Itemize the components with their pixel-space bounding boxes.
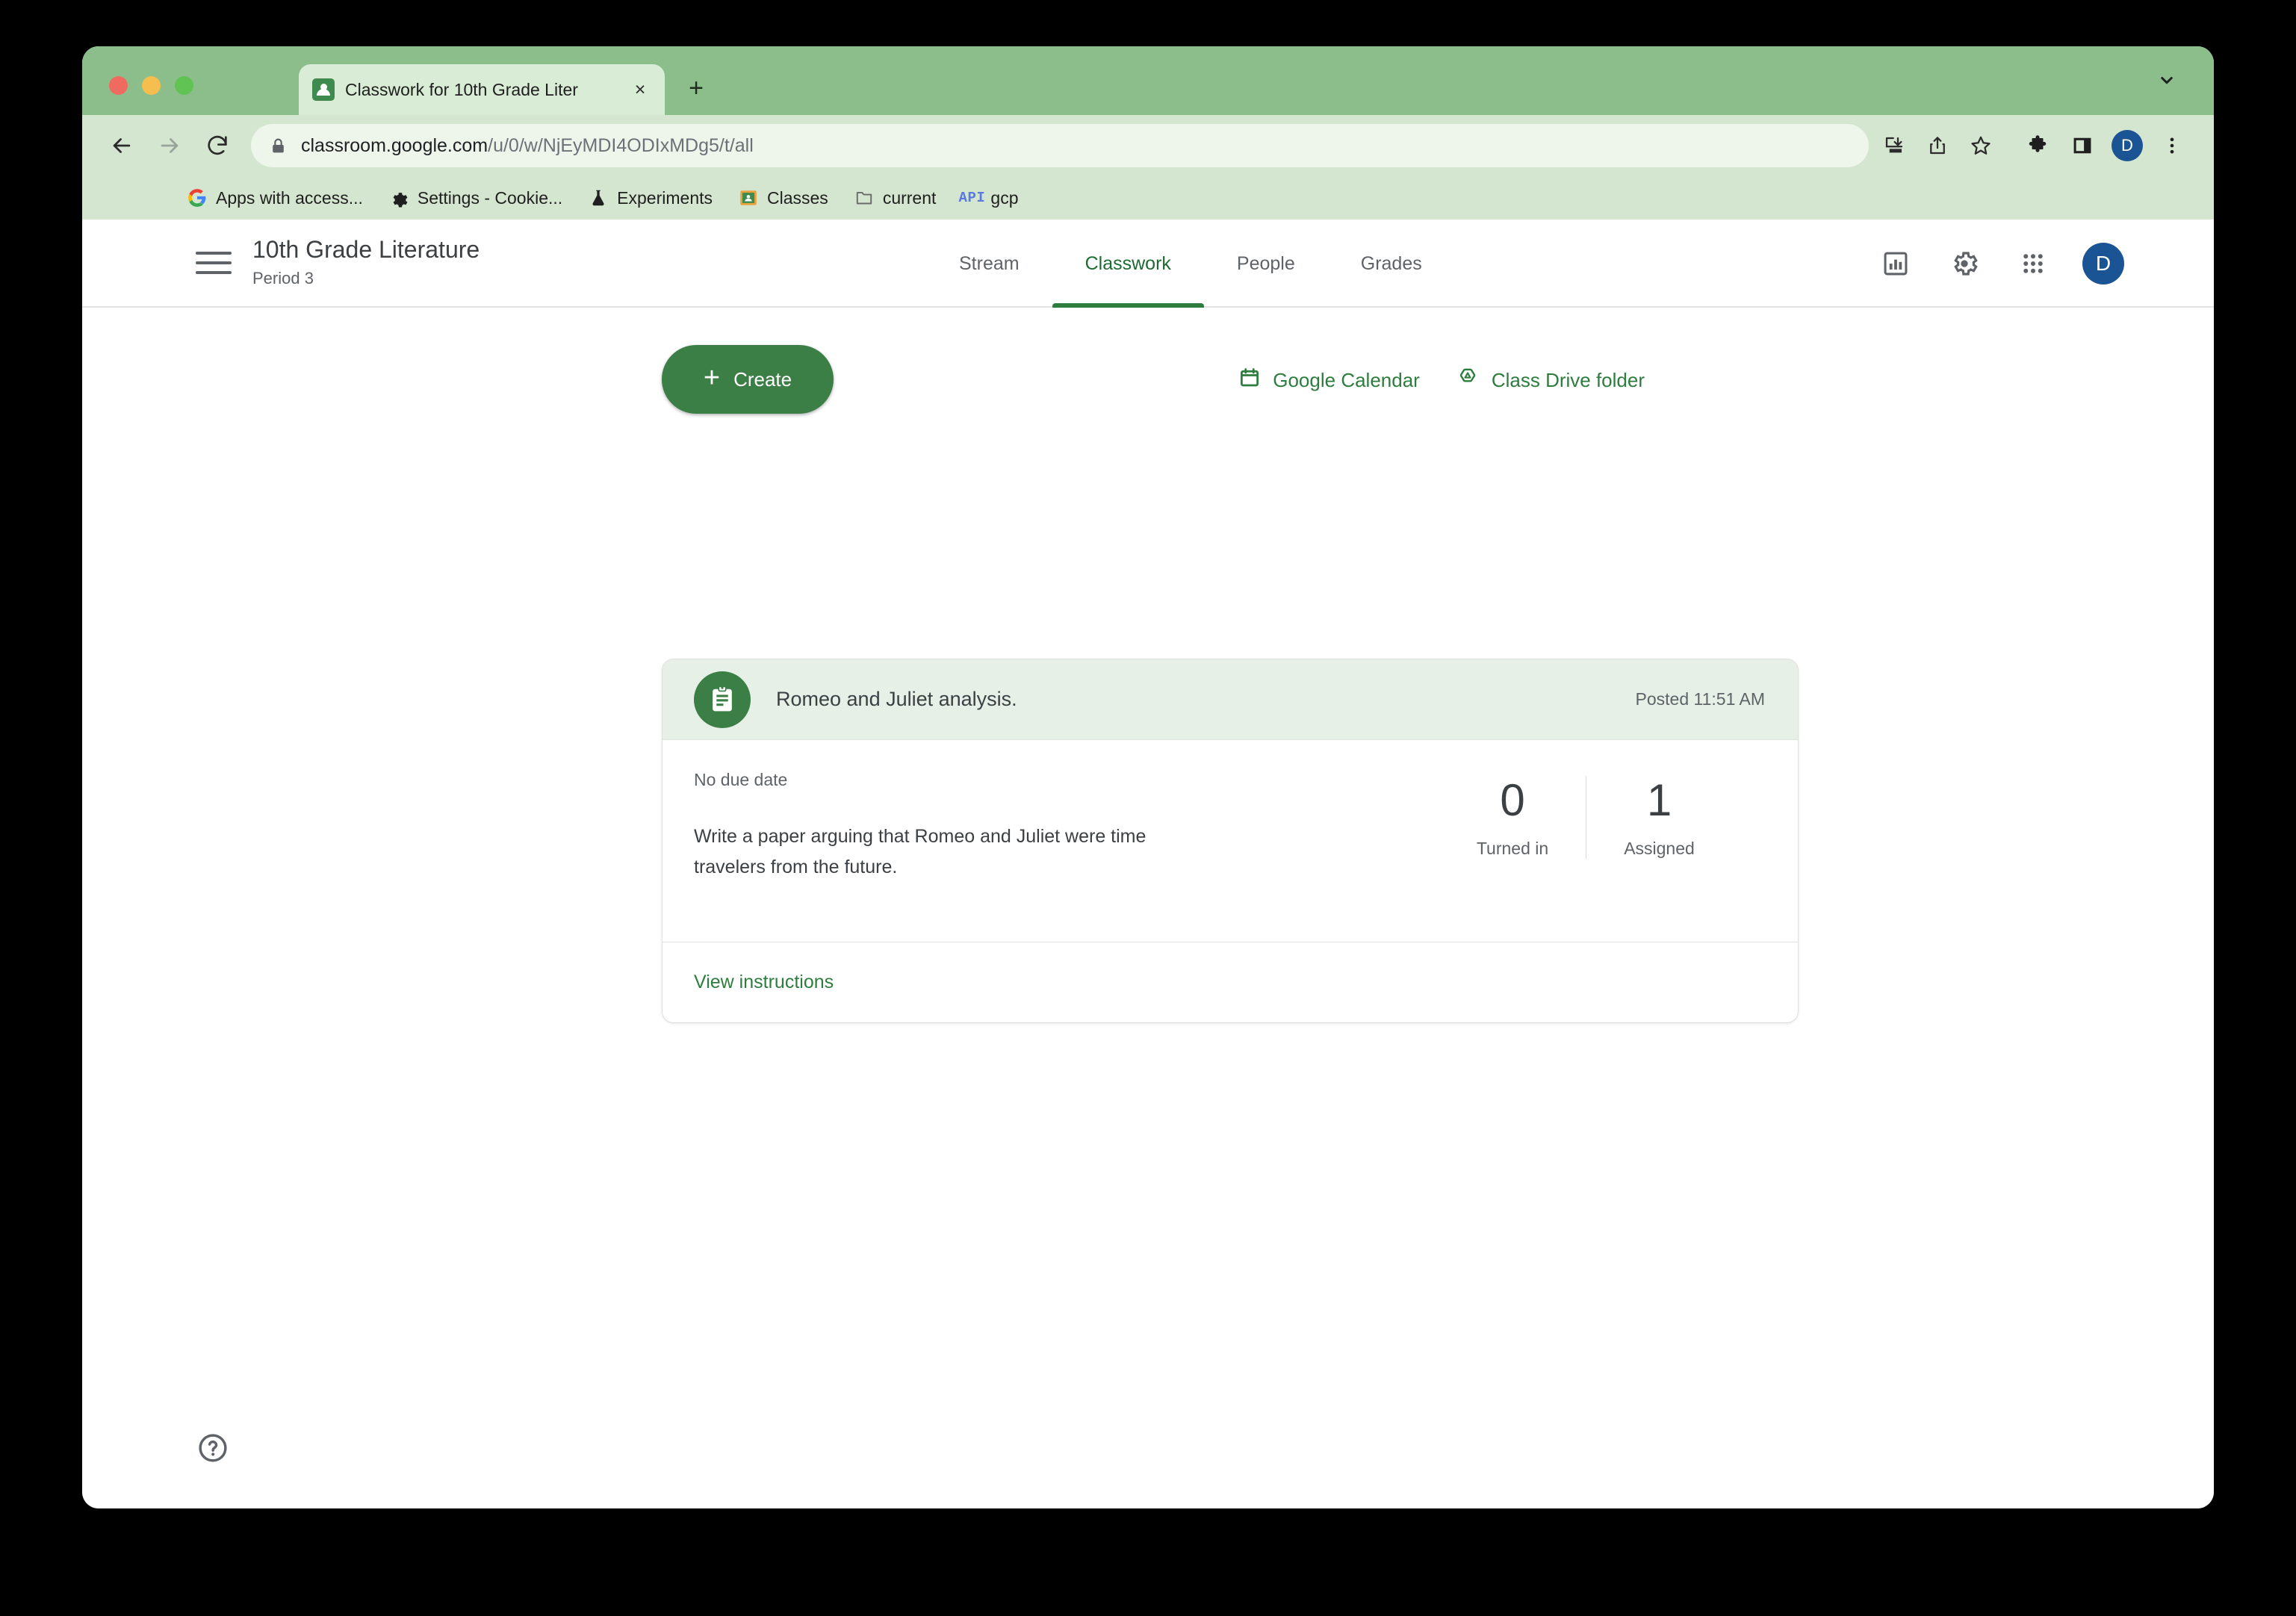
- apps-grid-icon[interactable]: [2014, 244, 2053, 283]
- address-bar[interactable]: classroom.google.com/u/0/w/NjEyMDI4ODIxM…: [251, 124, 1869, 167]
- bookmark-experiments[interactable]: Experiments: [588, 187, 713, 208]
- bookmark-settings-cookie[interactable]: Settings - Cookie...: [388, 187, 562, 208]
- class-heading: 10th Grade Literature Period 3: [252, 234, 480, 288]
- class-nav-tabs: Stream Classwork People Grades: [926, 220, 1455, 308]
- browser-window: Classwork for 10th Grade Liter × + class…: [82, 46, 2214, 1508]
- link-label: Class Drive folder: [1491, 369, 1645, 391]
- bookmark-label: Settings - Cookie...: [417, 187, 563, 208]
- bookmark-classes[interactable]: Classes: [738, 187, 828, 208]
- stat-value: 1: [1646, 775, 1672, 825]
- chevron-down-icon[interactable]: [2150, 63, 2184, 97]
- back-button[interactable]: [100, 124, 143, 167]
- bookmark-label: Classes: [767, 187, 828, 208]
- install-icon[interactable]: [1873, 125, 1915, 167]
- google-calendar-link[interactable]: Google Calendar: [1238, 367, 1420, 394]
- stat-label: Assigned: [1624, 839, 1695, 858]
- close-icon[interactable]: ×: [627, 77, 653, 102]
- tab-stream[interactable]: Stream: [926, 220, 1052, 308]
- forward-button[interactable]: [148, 124, 191, 167]
- assignment-clipboard-icon: [694, 671, 751, 728]
- browser-tab[interactable]: Classwork for 10th Grade Liter ×: [299, 64, 665, 115]
- lock-icon: [269, 137, 288, 155]
- assignment-due-date: No due date: [694, 770, 788, 789]
- new-tab-button[interactable]: +: [680, 72, 713, 105]
- plus-icon: +: [703, 362, 721, 394]
- assignment-title: Romeo and Juliet analysis.: [776, 688, 1017, 710]
- tab-classwork[interactable]: Classwork: [1052, 220, 1205, 308]
- assignment-card-header[interactable]: Romeo and Juliet analysis. Posted 11:51 …: [663, 659, 1798, 740]
- bookmark-apps-with-access[interactable]: Apps with access...: [187, 187, 363, 208]
- maximize-window-button[interactable]: [175, 76, 193, 95]
- classroom-favicon-icon: [312, 78, 335, 101]
- bookmarks-bar: Apps with access... Settings - Cookie...…: [82, 176, 2214, 220]
- drive-folder-icon: [1456, 366, 1480, 395]
- url-path: /u/0/w/NjEyMDI4ODIxMDg5/t/all: [488, 134, 754, 156]
- tab-grades[interactable]: Grades: [1328, 220, 1455, 308]
- bookmark-label: Apps with access...: [216, 187, 363, 208]
- avatar[interactable]: D: [2082, 243, 2124, 285]
- assignment-details: No due date Write a paper arguing that R…: [694, 770, 1439, 900]
- classwork-links: Google Calendar Class Drive folder: [1238, 366, 1645, 395]
- bookmark-label: Experiments: [617, 187, 713, 208]
- profile-initial: D: [2112, 130, 2143, 161]
- close-window-button[interactable]: [109, 76, 128, 95]
- minimize-window-button[interactable]: [142, 76, 161, 95]
- bookmark-current[interactable]: current: [854, 187, 937, 208]
- stat-label: Turned in: [1476, 839, 1549, 858]
- omnibox-actions: [1873, 125, 2002, 167]
- three-dot-menu-icon[interactable]: [2151, 125, 2193, 167]
- url-text: classroom.google.com/u/0/w/NjEyMDI4ODIxM…: [301, 135, 754, 157]
- window-controls: [109, 76, 193, 95]
- assignment-card-body: No due date Write a paper arguing that R…: [663, 740, 1798, 942]
- assignment-card[interactable]: Romeo and Juliet analysis. Posted 11:51 …: [662, 659, 1799, 1023]
- flask-icon: [588, 187, 609, 208]
- stat-assigned[interactable]: 1 Assigned: [1586, 776, 1732, 859]
- bookmark-label: current: [882, 187, 937, 208]
- browser-profile-button[interactable]: D: [2106, 125, 2148, 167]
- assessment-icon[interactable]: [1876, 244, 1915, 283]
- view-instructions-link[interactable]: View instructions: [694, 972, 834, 993]
- help-circle-icon[interactable]: [194, 1429, 232, 1467]
- folder-icon: [854, 187, 875, 208]
- tab-title: Classwork for 10th Grade Liter: [345, 79, 578, 99]
- assignment-card-footer: View instructions: [663, 942, 1798, 1022]
- header-actions: D: [1876, 220, 2124, 308]
- share-icon[interactable]: [1917, 125, 1958, 167]
- browser-toolbar: classroom.google.com/u/0/w/NjEyMDI4ODIxM…: [82, 115, 2214, 176]
- classroom-header: 10th Grade Literature Period 3 Stream Cl…: [82, 220, 2214, 308]
- classwork-actions: + Create Google Calendar Class Drive fol…: [82, 308, 2214, 414]
- gear-icon: [388, 187, 409, 208]
- page-title: 10th Grade Literature: [252, 236, 480, 263]
- bookmark-label: gcp: [990, 187, 1019, 208]
- stat-value: 0: [1500, 775, 1525, 825]
- hamburger-menu-icon[interactable]: [196, 245, 232, 281]
- bookmark-star-icon[interactable]: [1960, 125, 2002, 167]
- class-drive-folder-link[interactable]: Class Drive folder: [1456, 366, 1645, 395]
- reload-button[interactable]: [196, 124, 239, 167]
- create-button-label: Create: [733, 367, 792, 391]
- gear-icon[interactable]: [1945, 244, 1984, 283]
- side-panel-icon[interactable]: [2061, 125, 2103, 167]
- class-section: Period 3: [252, 269, 314, 288]
- assignment-stats: 0 Turned in 1 Assigned: [1439, 776, 1732, 900]
- page-content: 10th Grade Literature Period 3 Stream Cl…: [82, 220, 2214, 1508]
- create-button[interactable]: + Create: [662, 345, 834, 414]
- bookmark-gcp[interactable]: API gcp: [958, 187, 1019, 208]
- classroom-icon: [738, 187, 759, 208]
- tab-strip: Classwork for 10th Grade Liter × +: [82, 46, 2214, 115]
- assignment-description: Write a paper arguing that Romeo and Jul…: [694, 826, 1147, 877]
- url-host: classroom.google.com: [301, 134, 488, 156]
- api-icon: API: [958, 190, 986, 206]
- extensions-puzzle-icon[interactable]: [2017, 125, 2058, 167]
- google-g-icon: [187, 187, 208, 208]
- tab-people[interactable]: People: [1204, 220, 1328, 308]
- stat-turned-in[interactable]: 0 Turned in: [1439, 776, 1586, 859]
- toolbar-right-actions: D: [2017, 125, 2193, 167]
- assignment-posted-time: Posted 11:51 AM: [1635, 689, 1765, 709]
- link-label: Google Calendar: [1273, 369, 1420, 391]
- calendar-icon: [1238, 367, 1261, 394]
